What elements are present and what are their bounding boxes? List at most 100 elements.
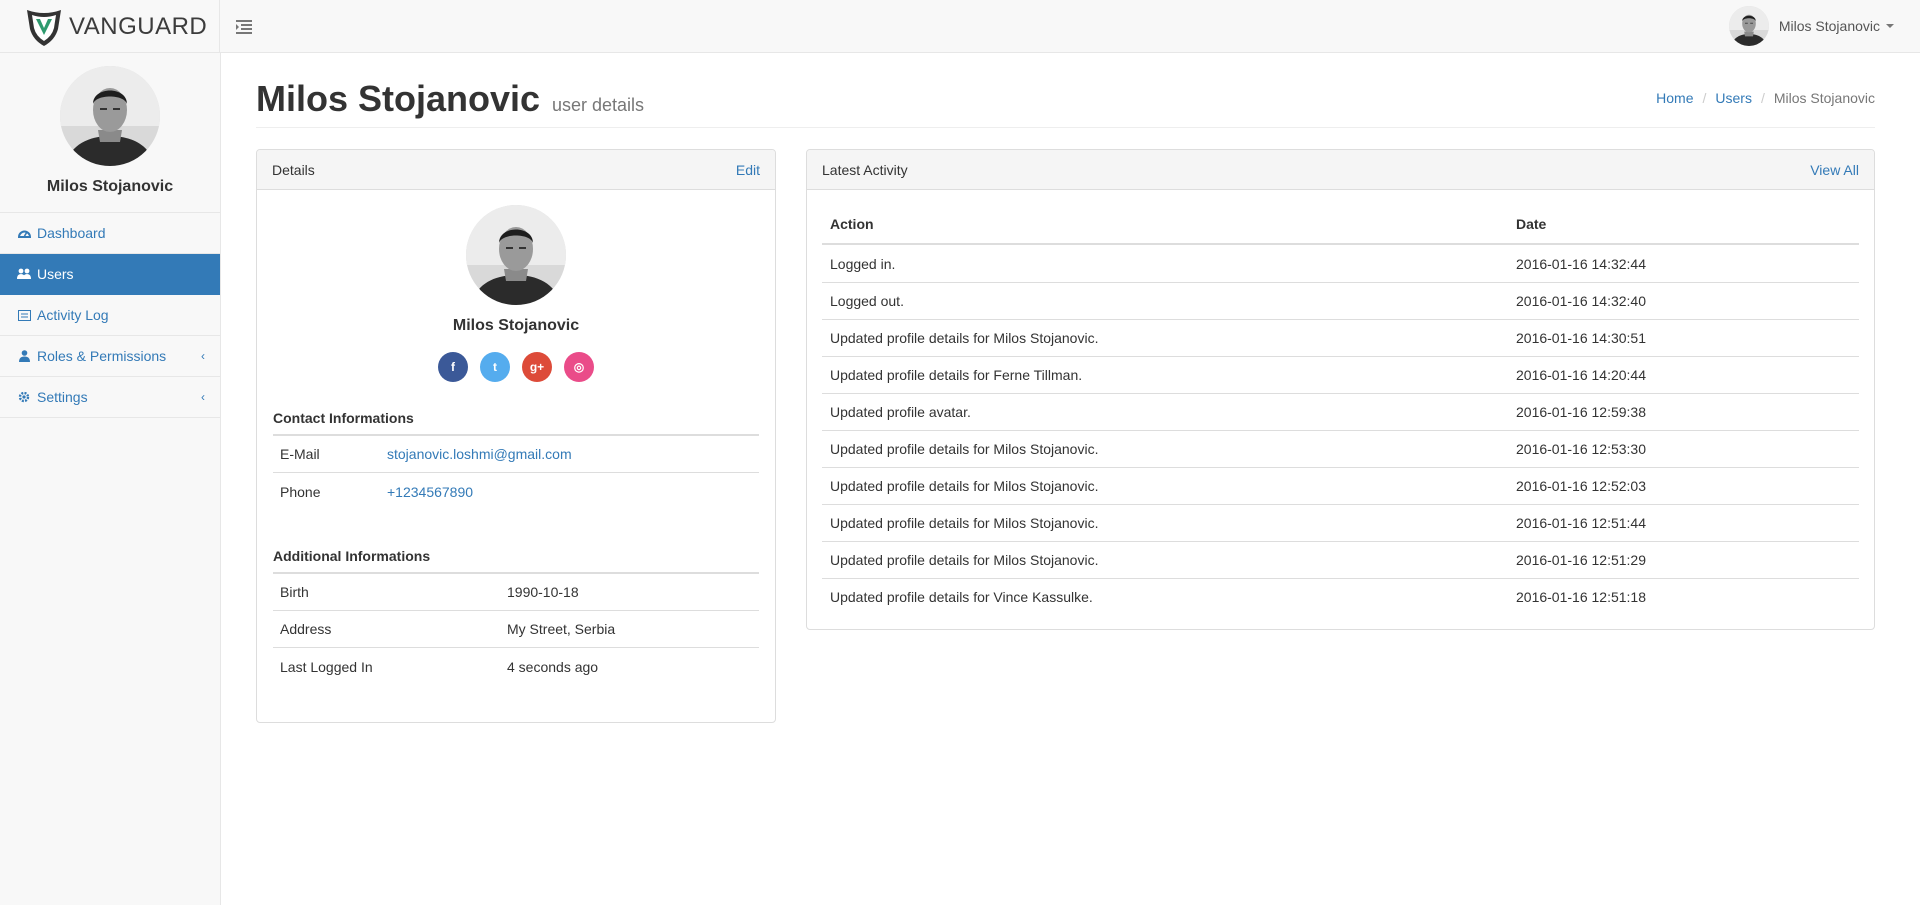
activity-action: Updated profile details for Milos Stojan…	[830, 330, 1099, 346]
activity-date: 2016-01-16 12:59:38	[1516, 404, 1646, 420]
breadcrumb-home-link[interactable]: Home	[1656, 90, 1693, 106]
table-row: Updated profile details for Vince Kassul…	[822, 578, 1859, 615]
user-name: Milos Stojanovic	[452, 317, 580, 334]
view-all-link[interactable]: View All	[1810, 162, 1859, 178]
details-panel-title: Details	[272, 161, 315, 178]
google-plus-icon[interactable]: g+	[522, 352, 552, 382]
table-row: Updated profile details for Milos Stojan…	[822, 504, 1859, 541]
sidebar-profile: Milos Stojanovic	[0, 53, 220, 213]
table-header-row: Action Date	[822, 205, 1859, 245]
details-panel-header: Details Edit	[257, 150, 775, 190]
sidebar-item-dashboard[interactable]: Dashboard	[0, 213, 220, 254]
chevron-left-icon: ‹	[201, 390, 205, 404]
table-row: Updated profile details for Milos Stojan…	[822, 319, 1859, 356]
additional-section-title: Additional Informations	[273, 548, 759, 574]
activity-date: 2016-01-16 12:51:18	[1516, 589, 1646, 605]
breadcrumb-current: Milos Stojanovic	[1773, 90, 1875, 106]
contact-table: E-Mail stojanovic.loshmi@gmail.com Phone…	[257, 436, 775, 510]
table-row: Last Logged In 4 seconds ago	[273, 648, 759, 685]
info-value: 4 seconds ago	[507, 658, 599, 675]
info-label: Address	[280, 621, 332, 637]
info-value: 1990-10-18	[507, 584, 579, 600]
table-row: Updated profile details for Milos Stojan…	[822, 467, 1859, 504]
sidebar-item-users[interactable]: Users	[0, 254, 220, 295]
activity-action: Logged in.	[830, 255, 896, 272]
email-link[interactable]: stojanovic.loshmi@gmail.com	[387, 446, 572, 462]
table-row: Updated profile details for Ferne Tillma…	[822, 356, 1859, 393]
phone-link[interactable]: +1234567890	[387, 484, 473, 500]
info-value: My Street, Serbia	[507, 621, 616, 637]
sidebar-item-label: Dashboard	[37, 225, 106, 241]
breadcrumb-users-link[interactable]: Users	[1715, 90, 1752, 106]
activity-date: 2016-01-16 12:53:30	[1516, 441, 1646, 457]
sidebar-item-label: Activity Log	[37, 307, 109, 323]
gear-icon	[17, 390, 31, 404]
table-row: Updated profile details for Milos Stojan…	[822, 430, 1859, 467]
activity-date: 2016-01-16 12:51:44	[1516, 515, 1646, 531]
activity-date: 2016-01-16 14:30:51	[1516, 330, 1646, 346]
table-row: Updated profile details for Milos Stojan…	[822, 541, 1859, 578]
sidebar-item-activity-log[interactable]: Activity Log	[0, 295, 220, 336]
activity-action: Updated profile details for Milos Stojan…	[830, 515, 1099, 531]
user-icon	[17, 349, 31, 363]
chevron-down-icon	[1886, 24, 1894, 28]
info-label: Birth	[280, 584, 309, 600]
breadcrumb-separator: /	[1702, 90, 1707, 106]
latest-activity-panel: Latest Activity View All Action Date Log…	[806, 149, 1875, 630]
sidebar-item-settings[interactable]: Settings ‹	[0, 377, 220, 418]
details-panel: Details Edit Milos Stojanovic f t g+ ◎ C…	[256, 149, 776, 723]
avatar[interactable]	[60, 66, 160, 166]
activity-date: 2016-01-16 14:20:44	[1516, 367, 1646, 383]
facebook-icon[interactable]: f	[438, 352, 468, 382]
edit-link[interactable]: Edit	[736, 162, 760, 178]
activity-panel-header: Latest Activity View All	[807, 150, 1874, 190]
user-menu-name: Milos Stojanovic	[1778, 18, 1880, 34]
page-title: Milos Stojanovic	[256, 78, 541, 119]
activity-date: 2016-01-16 12:52:03	[1516, 478, 1646, 494]
brand-name: VANGUARD	[69, 12, 208, 40]
top-navbar: VANGUARD Milos Stojanovic	[0, 0, 1920, 53]
activity-action: Updated profile details for Ferne Tillma…	[830, 367, 1083, 383]
activity-action: Updated profile avatar.	[830, 404, 971, 420]
table-row: Logged out. 2016-01-16 14:32:40	[822, 282, 1859, 319]
chevron-left-icon: ‹	[201, 349, 205, 363]
activity-action: Updated profile details for Milos Stojan…	[830, 478, 1099, 494]
activity-table: Action Date Logged in. 2016-01-16 14:32:4…	[822, 205, 1859, 615]
sidebar-item-label: Settings	[37, 389, 88, 405]
activity-log-icon	[17, 308, 31, 322]
activity-action: Logged out.	[830, 293, 904, 309]
user-menu-dropdown[interactable]: Milos Stojanovic	[1729, 6, 1894, 46]
table-row: Birth 1990-10-18	[273, 574, 759, 611]
activity-date: 2016-01-16 14:32:40	[1516, 293, 1646, 309]
contact-section-title: Contact Informations	[273, 410, 759, 436]
avatar	[1729, 6, 1769, 46]
activity-date: 2016-01-16 14:32:44	[1516, 255, 1646, 272]
users-icon	[17, 267, 31, 281]
activity-panel-title: Latest Activity	[822, 161, 908, 178]
sidebar-item-label: Roles & Permissions	[37, 348, 167, 364]
breadcrumb: Home / Users / Milos Stojanovic	[1656, 90, 1875, 106]
contact-label: Phone	[280, 483, 321, 500]
avatar	[466, 205, 566, 305]
contact-label: E-Mail	[280, 446, 320, 462]
dashboard-icon	[17, 226, 31, 240]
twitter-icon[interactable]: t	[480, 352, 510, 382]
sidebar-profile-name: Milos Stojanovic	[46, 178, 174, 195]
activity-action: Updated profile details for Vince Kassul…	[830, 589, 1093, 605]
page-subtitle: user details	[551, 95, 644, 115]
column-header-action: Action	[830, 216, 874, 232]
sidebar-toggle-icon[interactable]	[236, 18, 254, 34]
table-row: Address My Street, Serbia	[273, 611, 759, 648]
dribbble-icon[interactable]: ◎	[564, 352, 594, 382]
social-links: f t g+ ◎	[257, 352, 775, 382]
table-row: Updated profile avatar. 2016-01-16 12:59:…	[822, 393, 1859, 430]
table-row: Phone +1234567890	[273, 473, 759, 510]
activity-date: 2016-01-16 12:51:29	[1516, 552, 1646, 568]
table-row: E-Mail stojanovic.loshmi@gmail.com	[273, 436, 759, 473]
brand-logo[interactable]: VANGUARD	[0, 0, 220, 53]
sidebar-item-roles-permissions[interactable]: Roles & Permissions ‹	[0, 336, 220, 377]
shield-logo-icon	[27, 9, 61, 46]
column-header-date: Date	[1516, 216, 1547, 232]
info-label: Last Logged In	[280, 658, 373, 675]
activity-action: Updated profile details for Milos Stojan…	[830, 552, 1099, 568]
